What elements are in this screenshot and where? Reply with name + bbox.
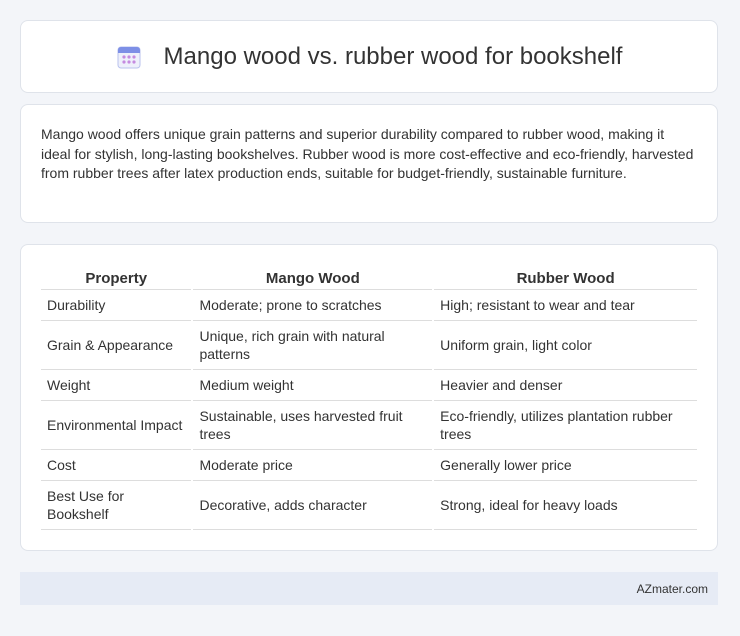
mango-cell: Sustainable, uses harvested fruit trees [193,401,433,450]
table-row: Durability Moderate; prone to scratches … [41,290,697,321]
rubber-cell: Generally lower price [434,450,697,481]
summary-text: Mango wood offers unique grain patterns … [41,126,694,181]
header-property: Property [41,263,192,290]
rubber-cell: High; resistant to wear and tear [434,290,697,321]
mango-cell: Moderate; prone to scratches [193,290,433,321]
property-cell: Grain & Appearance [41,321,192,370]
property-cell: Durability [41,290,192,321]
table-card: Property Mango Wood Rubber Wood Durabili… [20,244,718,551]
rubber-cell: Eco-friendly, utilizes plantation rubber… [434,401,697,450]
summary-card: Mango wood offers unique grain patterns … [20,104,718,223]
table-row: Cost Moderate price Generally lower pric… [41,450,697,481]
footer-brand[interactable]: AZmater.com [637,582,708,596]
page-title: Mango wood vs. rubber wood for bookshelf [163,42,623,70]
mango-cell: Unique, rich grain with natural patterns [193,321,433,370]
mango-cell: Medium weight [193,370,433,401]
property-cell: Cost [41,450,192,481]
table-header-row: Property Mango Wood Rubber Wood [41,263,697,290]
footer: AZmater.com [20,572,718,605]
header-rubber-wood: Rubber Wood [434,263,697,290]
table-row: Grain & Appearance Unique, rich grain wi… [41,321,697,370]
table-row: Weight Medium weight Heavier and denser [41,370,697,401]
rubber-cell: Strong, ideal for heavy loads [434,481,697,530]
property-cell: Best Use for Bookshelf [41,481,192,530]
table-row: Environmental Impact Sustainable, uses h… [41,401,697,450]
table-row: Best Use for Bookshelf Decorative, adds … [41,481,697,530]
rubber-cell: Uniform grain, light color [434,321,697,370]
header-mango-wood: Mango Wood [193,263,433,290]
property-cell: Weight [41,370,192,401]
mango-cell: Decorative, adds character [193,481,433,530]
property-cell: Environmental Impact [41,401,192,450]
rubber-cell: Heavier and denser [434,370,697,401]
comparison-table: Property Mango Wood Rubber Wood Durabili… [39,263,699,530]
mango-cell: Moderate price [193,450,433,481]
title-card: Mango wood vs. rubber wood for bookshelf [20,20,718,93]
calendar-icon [116,44,142,70]
